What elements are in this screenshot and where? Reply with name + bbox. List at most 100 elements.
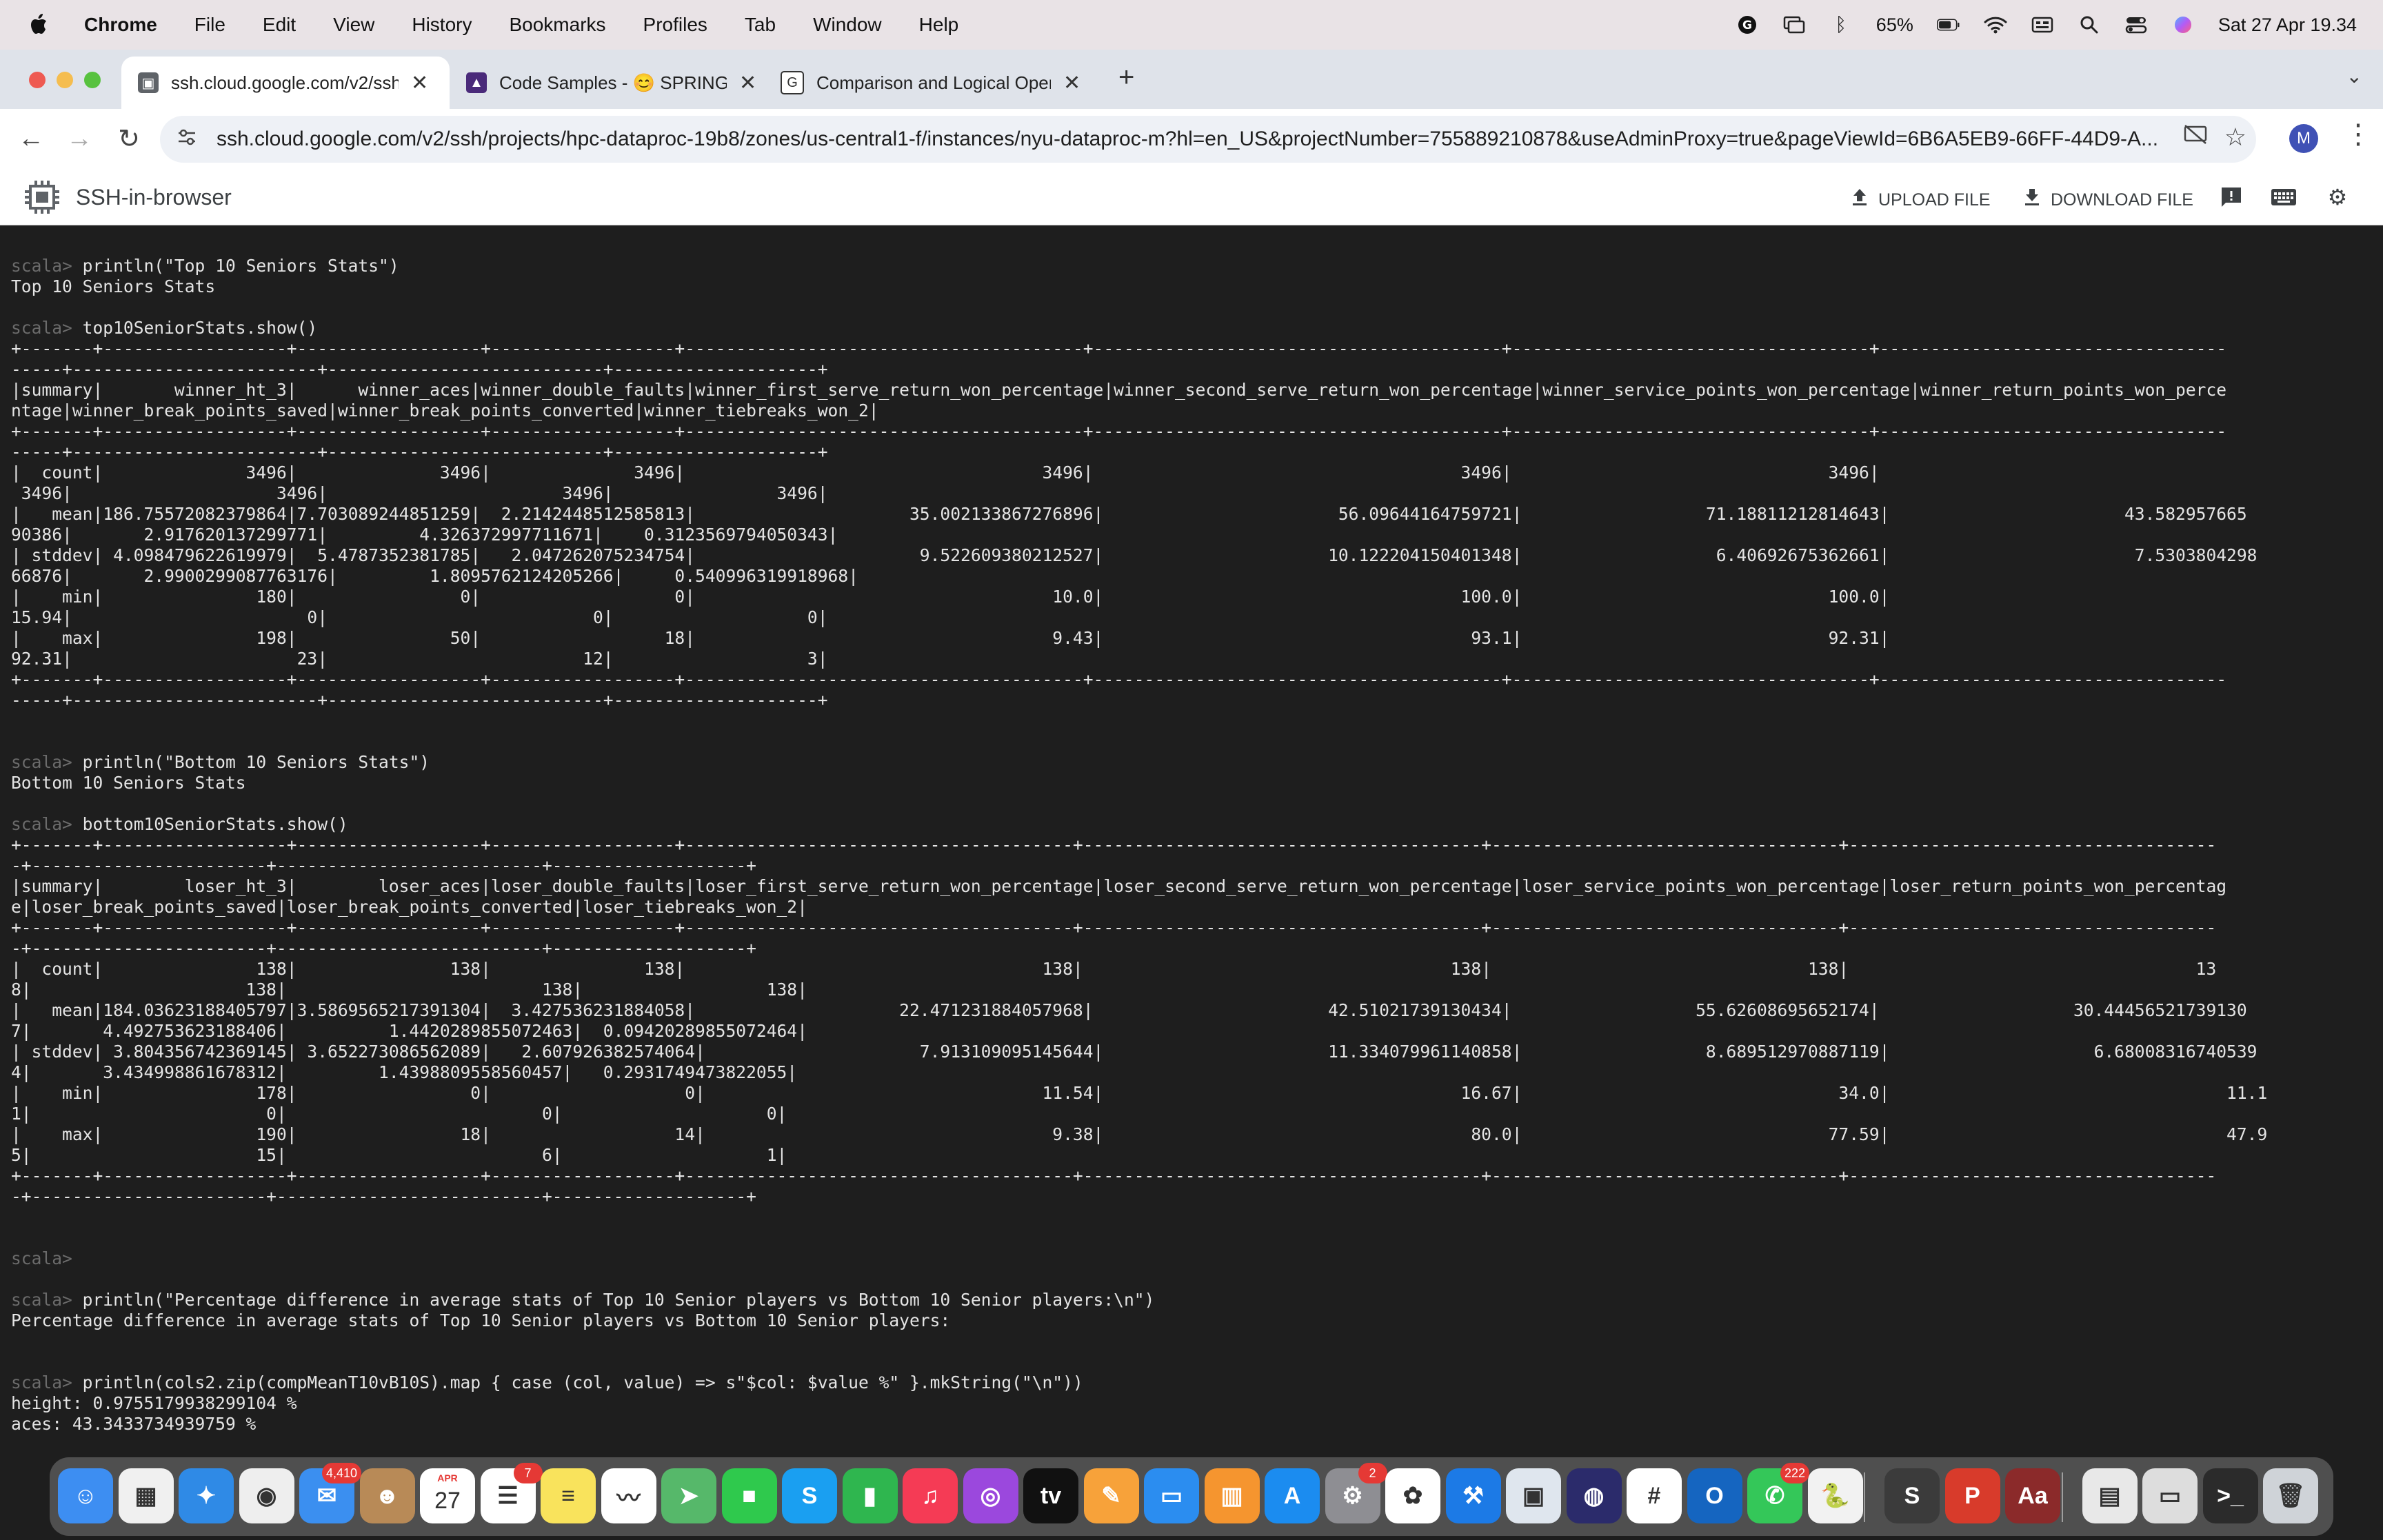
terminal-text: | mean|184.03623188405797|3.586956521739…	[11, 1000, 2247, 1020]
photos-icon[interactable]: ✿	[1385, 1468, 1440, 1523]
address-bar[interactable]: ssh.cloud.google.com/v2/ssh/projects/hpc…	[160, 116, 2256, 163]
reminders-icon[interactable]: ☰ 7	[480, 1463, 543, 1523]
screenshot-chrome-icon[interactable]: ▭	[2142, 1468, 2198, 1523]
dock-glyph: ▮	[863, 1483, 876, 1509]
calendar-icon[interactable]: APR 27	[420, 1468, 475, 1523]
contacts-icon[interactable]: ☻	[359, 1468, 415, 1523]
menu-file[interactable]: File	[194, 14, 225, 36]
appstore-icon[interactable]: A	[1265, 1468, 1320, 1523]
tab-ssh[interactable]: ▣ ssh.cloud.google.com/v2/ssh/projects ✕	[121, 57, 450, 109]
terminal-text: | min| 178| 0| 0| 11.54| 16.67| 34.0| 11…	[11, 1083, 2268, 1103]
books-icon[interactable]: ▥	[1204, 1468, 1260, 1523]
menu-edit[interactable]: Edit	[263, 14, 296, 36]
chrome-icon[interactable]: ◉	[239, 1468, 294, 1523]
terminal-line: aces: 43.3433734939759 %	[11, 1414, 256, 1435]
site-info-icon[interactable]	[177, 128, 200, 152]
settings-gear-icon[interactable]: ⚙	[2324, 183, 2351, 211]
xcode-icon[interactable]: ⚒	[1445, 1468, 1501, 1523]
sublime-icon[interactable]: S	[1884, 1468, 1940, 1523]
music-icon[interactable]: ♫	[903, 1468, 958, 1523]
terminal-text: -----+------------------------+---------…	[11, 442, 828, 462]
chrome-menu-icon[interactable]: ⋮	[2344, 119, 2372, 150]
terminal-output[interactable]: scala> println("Top 10 Seniors Stats") To…	[0, 225, 2383, 1456]
appletv-icon[interactable]: tv	[1023, 1468, 1078, 1523]
menu-bar-status-area: G ᛒ 65% Sat 27 Apr 19.34	[1736, 0, 2357, 50]
feedback-icon[interactable]	[2218, 183, 2245, 211]
upload-file-button[interactable]: UPLOAD FILE	[1851, 188, 1991, 212]
bluetooth-icon[interactable]: ᛒ	[1829, 14, 1853, 35]
keynote-icon[interactable]: ▭	[1144, 1468, 1199, 1523]
window-close-button[interactable]	[29, 72, 46, 88]
facetime-icon[interactable]: ■	[721, 1468, 777, 1523]
apple-menu-icon[interactable]	[28, 13, 48, 37]
dictionary-icon[interactable]: Aa	[2005, 1468, 2060, 1523]
battery-icon[interactable]	[1936, 14, 1960, 35]
outlook-icon[interactable]: O	[1687, 1468, 1742, 1523]
python-icon[interactable]: 🐍	[1807, 1468, 1863, 1523]
control-center-icon[interactable]	[2124, 14, 2148, 35]
menu-app-name[interactable]: Chrome	[84, 14, 157, 36]
terminal-line: Top 10 Seniors Stats	[11, 276, 215, 297]
document-icon[interactable]: ▤	[2082, 1468, 2138, 1523]
skype-icon[interactable]: S	[782, 1468, 837, 1523]
keyboard-icon[interactable]	[2270, 183, 2297, 211]
tab-close-icon[interactable]: ✕	[739, 71, 756, 95]
profile-avatar[interactable]: M	[2289, 124, 2318, 153]
tab-close-icon[interactable]: ✕	[411, 71, 428, 95]
freeform-icon[interactable]: 〰	[601, 1468, 656, 1523]
trash-icon[interactable]: 🗑	[2263, 1468, 2318, 1523]
menu-tab[interactable]: Tab	[745, 14, 776, 36]
menu-history[interactable]: History	[412, 14, 472, 36]
new-tab-button[interactable]: +	[1118, 62, 1134, 93]
tab-close-icon[interactable]: ✕	[1063, 71, 1080, 95]
address-bar-url[interactable]: ssh.cloud.google.com/v2/ssh/projects/hpc…	[217, 128, 2189, 151]
dock-glyph: ◎	[980, 1483, 1001, 1509]
window-minimize-button[interactable]	[57, 72, 73, 88]
terminal-text: | stddev| 3.804356742369145| 3.652273086…	[11, 1042, 2258, 1062]
menu-bookmarks[interactable]: Bookmarks	[509, 14, 605, 36]
reload-button[interactable]: ↻	[112, 121, 146, 156]
preview-icon[interactable]: ▣	[1506, 1468, 1561, 1523]
grammarly-icon[interactable]: G	[1736, 14, 1759, 35]
download-file-button[interactable]: DOWNLOAD FILE	[2023, 188, 2193, 212]
terminal-line: height: 0.9755179938299104 %	[11, 1393, 297, 1414]
menu-bar-clock[interactable]: Sat 27 Apr 19.34	[2218, 14, 2357, 36]
menu-help[interactable]: Help	[919, 14, 959, 36]
messages-icon[interactable]: ✆ 222	[1747, 1463, 1809, 1523]
screen-mirroring-icon[interactable]	[1782, 14, 1806, 35]
maps-icon[interactable]: ➤	[661, 1468, 716, 1523]
notes-icon[interactable]: ≡	[541, 1468, 596, 1523]
menu-view[interactable]: View	[333, 14, 374, 36]
spotlight-search-icon[interactable]	[2078, 14, 2101, 35]
terminal-window-icon[interactable]: >_	[2202, 1468, 2258, 1523]
back-button[interactable]: ←	[14, 121, 48, 156]
safari-icon[interactable]: ✦	[179, 1468, 234, 1523]
bookmark-star-icon[interactable]: ☆	[2224, 123, 2246, 152]
finder-icon[interactable]: ☺	[58, 1468, 113, 1523]
terminal-line: +-------+------------------+------------…	[11, 918, 2216, 938]
menu-window[interactable]: Window	[813, 14, 882, 36]
slack-icon[interactable]: #	[1627, 1468, 1682, 1523]
siri-icon[interactable]	[2171, 14, 2195, 35]
menu-profiles[interactable]: Profiles	[643, 14, 707, 36]
siri-icon[interactable]: ◍	[1566, 1468, 1622, 1523]
pages-icon[interactable]: ✎	[1083, 1468, 1139, 1523]
mail-icon[interactable]: ✉ 4,410	[299, 1463, 361, 1523]
cast-off-icon[interactable]	[2183, 124, 2208, 150]
forward-button[interactable]: →	[62, 121, 97, 156]
dock-glyph: ✎	[1101, 1483, 1121, 1509]
terminal-text: -+-----------------------+--------------…	[11, 1186, 756, 1206]
tab-comparison-operators[interactable]: G Comparison and Logical Operators ✕	[764, 57, 1102, 109]
window-zoom-button[interactable]	[84, 72, 101, 88]
wifi-icon[interactable]	[1984, 14, 2007, 35]
keyboard-input-icon[interactable]	[2031, 14, 2054, 35]
terminal-text: println(cols2.zip(compMeanT10vB10S).map …	[82, 1372, 1083, 1392]
launchpad-icon[interactable]: ▦	[118, 1468, 174, 1523]
system-settings-icon[interactable]: ⚙ 2	[1325, 1463, 1387, 1523]
numbers-icon[interactable]: ▮	[842, 1468, 898, 1523]
podcasts-icon[interactable]: ◎	[963, 1468, 1018, 1523]
terminal-text: 66876| 2.9900299087763176| 1.80957621242…	[11, 566, 858, 586]
presentation-icon[interactable]: P	[1944, 1468, 2000, 1523]
tab-code-samples[interactable]: ▲ Code Samples - 😊 SPRING 2024 ✕	[450, 57, 764, 109]
tab-search-chevron-icon[interactable]: ⌄	[2346, 65, 2362, 88]
